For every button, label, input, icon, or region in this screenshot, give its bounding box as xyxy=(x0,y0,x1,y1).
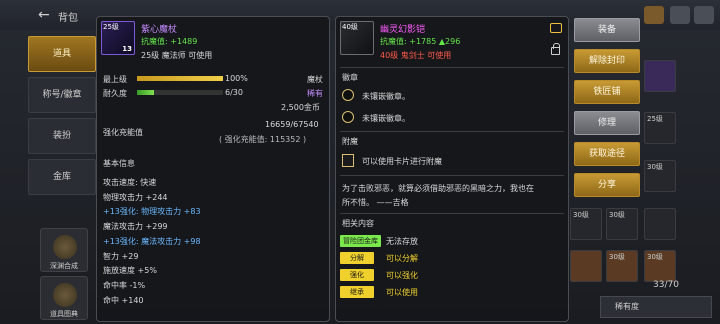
action-column: 装备解除封印铁匠铺修理获取途径分享 xyxy=(574,18,640,204)
item-stat: 抗魔值: +1489 xyxy=(141,37,198,46)
wand-item-icon: 25级 13 xyxy=(101,21,135,55)
inventory-slot[interactable] xyxy=(570,250,602,282)
repair-button[interactable]: 修理 xyxy=(574,111,640,135)
divider xyxy=(340,175,564,176)
inventory-slot[interactable]: 25级 xyxy=(644,112,676,144)
lock-icon[interactable] xyxy=(551,43,560,55)
item-rarity: 稀有 xyxy=(307,89,323,98)
flavor-text-line2: 所不惜。 ——吉格 xyxy=(342,198,409,207)
max-level-label: 最上级 xyxy=(103,75,127,84)
related-title: 相关内容 xyxy=(342,219,374,228)
bag-title: 背包 xyxy=(58,13,78,24)
basic-info-title: 基本信息 xyxy=(103,159,135,168)
item-tooltip-armor: 40级 幽灵幻影铠 抗魔值: +1785 ▲296 40级 鬼剑士 可使用 徽章… xyxy=(335,16,569,322)
attribute-line: 命中 +140 xyxy=(103,295,144,305)
item-requirement: 25级 魔法师 可使用 xyxy=(141,51,213,60)
tab-vault[interactable]: 金库 xyxy=(28,159,96,195)
related-tag: 分解 xyxy=(340,252,374,264)
abyss-synthesis-label: 深渊合成 xyxy=(50,262,78,270)
item-codex-label: 道具图典 xyxy=(50,310,78,318)
sort-select[interactable]: 稀有度 xyxy=(600,296,712,318)
abyss-synthesis-icon xyxy=(53,235,77,259)
edit-icon[interactable] xyxy=(550,23,562,33)
source-button[interactable]: 获取途径 xyxy=(574,142,640,166)
attribute-line: 智力 +29 xyxy=(103,251,139,261)
abyss-synthesis-button[interactable]: 深渊合成 xyxy=(40,228,88,272)
item-price: 2,500金币 xyxy=(281,103,320,112)
item-name: 紫心魔杖 xyxy=(141,25,178,35)
equip-button[interactable]: 装备 xyxy=(574,18,640,42)
settings-icon[interactable] xyxy=(670,6,690,24)
related-text: 无法存放 xyxy=(386,237,418,246)
item-name: 幽灵幻影铠 xyxy=(380,25,426,35)
emblem-slot-text: 未镶嵌徽章。 xyxy=(362,114,410,123)
armor-item-icon: 40级 xyxy=(340,21,374,55)
attribute-line: 施放速度 +5% xyxy=(103,266,157,276)
unseal-button[interactable]: 解除封印 xyxy=(574,49,640,73)
side-menu: 道具 称号/徽章 装扮 金库 xyxy=(28,36,96,200)
attribute-line: +13强化: 物理攻击力 +83 xyxy=(103,207,201,217)
attribute-line: 命中率 -1% xyxy=(103,280,146,290)
item-codex-button[interactable]: 道具图典 xyxy=(40,276,88,320)
inventory-slot[interactable] xyxy=(644,208,676,240)
back-arrow-icon[interactable]: ← xyxy=(38,7,50,23)
related-text: 可以使用 xyxy=(386,288,418,297)
inventory-slot[interactable] xyxy=(644,60,676,92)
inventory-slot[interactable]: 30级 xyxy=(644,250,676,282)
inventory-slot[interactable]: 30级 xyxy=(606,208,638,240)
enhance-charge-value: 16659/67540 xyxy=(265,120,319,129)
durability-bar xyxy=(137,90,223,95)
divider xyxy=(340,131,564,132)
emblem-socket[interactable] xyxy=(342,111,354,123)
item-stat: 抗魔值: +1785 ▲296 xyxy=(380,37,461,46)
divider xyxy=(340,213,564,214)
item-tooltip-wand: 25级 13 紫心魔杖 抗魔值: +1489 25级 魔法师 可使用 最上级 1… xyxy=(96,16,330,322)
flavor-text-line1: 为了击败邪恶，就算必须借助邪恶的黑暗之力，我也在 xyxy=(342,184,534,193)
bag-capacity: 33/70 xyxy=(653,280,679,290)
share-button[interactable]: 分享 xyxy=(574,173,640,197)
attribute-line: 攻击速度: 快速 xyxy=(103,178,157,187)
related-text: 可以强化 xyxy=(386,271,418,280)
item-codex-icon xyxy=(53,283,77,307)
tab-items[interactable]: 道具 xyxy=(28,36,96,72)
enchant-card-slot[interactable] xyxy=(342,154,354,167)
max-level-value: 100% xyxy=(225,74,248,83)
close-icon[interactable] xyxy=(694,6,714,24)
durability-value: 6/30 xyxy=(225,88,243,97)
attribute-line: 魔法攻击力 +299 xyxy=(103,222,168,232)
attribute-line: +13强化: 魔法攻击力 +98 xyxy=(103,236,201,246)
related-tag: 继承 xyxy=(340,286,374,298)
emblem-socket[interactable] xyxy=(342,89,354,101)
emblem-slot-text: 未镶嵌徽章。 xyxy=(362,92,410,101)
item-type: 魔杖 xyxy=(307,75,323,84)
max-level-bar xyxy=(137,76,223,81)
enhance-charge-label: 强化充能值 xyxy=(103,128,143,137)
related-tag: 强化 xyxy=(340,269,374,281)
inventory-slot[interactable]: 30级 xyxy=(644,160,676,192)
mail-icon[interactable] xyxy=(644,6,664,24)
enchant-title: 附魔 xyxy=(342,137,358,146)
enhance-charge-total: ( 强化充能值: 115352 ) xyxy=(219,135,307,144)
tab-titles-badges[interactable]: 称号/徽章 xyxy=(28,77,96,113)
related-tag: 冒险团金库 xyxy=(340,235,381,247)
enchant-text: 可以使用卡片进行附魔 xyxy=(362,157,442,166)
inventory-slot[interactable]: 30级 xyxy=(570,208,602,240)
inventory-slot[interactable]: 30级 xyxy=(606,250,638,282)
item-requirement: 40级 鬼剑士 可使用 xyxy=(380,51,452,60)
tab-avatar[interactable]: 装扮 xyxy=(28,118,96,154)
blacksmith-button[interactable]: 铁匠铺 xyxy=(574,80,640,104)
related-text: 可以分解 xyxy=(386,254,418,263)
durability-label: 耐久度 xyxy=(103,89,127,98)
divider xyxy=(340,67,564,68)
attribute-line: 物理攻击力 +244 xyxy=(103,192,168,202)
emblem-title: 徽章 xyxy=(342,73,358,82)
